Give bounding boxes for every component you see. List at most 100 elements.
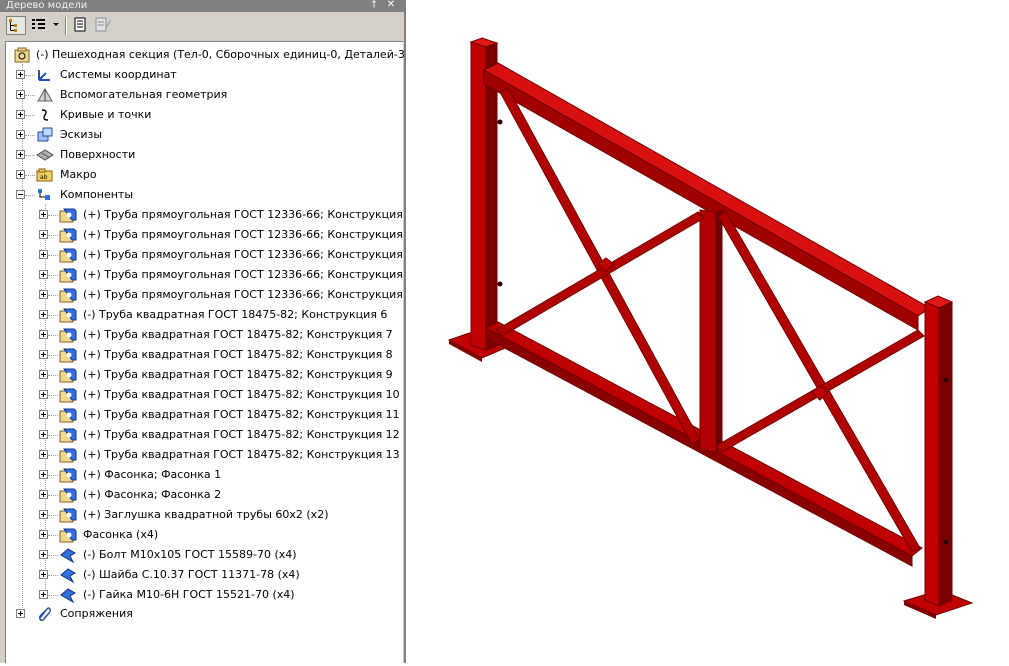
expand-toggle[interactable]	[39, 230, 48, 239]
mates-icon	[36, 606, 54, 622]
expand-toggle[interactable]	[16, 150, 25, 159]
list-view-icon	[32, 19, 59, 29]
expand-toggle[interactable]	[16, 170, 25, 179]
expand-toggle[interactable]	[16, 130, 25, 139]
pin-icon[interactable]: †	[368, 0, 380, 11]
tree-item-label: (+) Труба прямоугольная ГОСТ 12336-66; К…	[83, 208, 414, 221]
tree-item-label: (+) Труба квадратная ГОСТ 18475-82; Конс…	[83, 368, 393, 381]
curves-points-icon	[36, 107, 54, 123]
expand-toggle[interactable]	[39, 290, 48, 299]
tree-item-label: (+) Труба прямоугольная ГОСТ 12336-66; К…	[83, 228, 414, 241]
part-icon	[59, 327, 77, 343]
part-icon	[59, 227, 77, 243]
tree-item-label: (+) Труба квадратная ГОСТ 18475-82; Конс…	[83, 348, 393, 361]
part-icon	[59, 507, 77, 523]
part-icon	[59, 527, 77, 543]
part-icon	[59, 447, 77, 463]
surfaces-icon	[36, 147, 54, 163]
tree-item-label: (+) Труба квадратная ГОСТ 18475-82; Конс…	[83, 328, 393, 341]
expand-toggle[interactable]	[39, 350, 48, 359]
tree-root-label: (-) Пешеходная секция (Тел-0, Сборочных …	[36, 48, 417, 61]
tree-item-label: Эскизы	[60, 128, 103, 141]
part-icon	[59, 267, 77, 283]
svg-text:ab: ab	[40, 174, 48, 181]
part-icon	[59, 407, 77, 423]
display-mode-dropdown[interactable]	[30, 16, 62, 35]
expand-toggle[interactable]	[39, 470, 48, 479]
assembly-icon	[14, 47, 32, 63]
model-viewport[interactable]	[406, 0, 1009, 663]
part-icon	[59, 347, 77, 363]
expand-toggle[interactable]	[39, 490, 48, 499]
auxiliary-geometry-icon	[36, 87, 54, 103]
chevron-down-icon	[53, 23, 59, 26]
part-icon	[59, 207, 77, 223]
tree-item-label: Системы координат	[60, 68, 177, 81]
expand-toggle[interactable]	[39, 270, 48, 279]
part-icon	[59, 387, 77, 403]
expand-toggle[interactable]	[16, 90, 25, 99]
tree-item-label: (+) Труба прямоугольная ГОСТ 12336-66; К…	[83, 268, 414, 281]
expand-toggle[interactable]	[39, 210, 48, 219]
expand-toggle[interactable]	[39, 450, 48, 459]
part-icon	[59, 367, 77, 383]
document-icon	[74, 17, 86, 32]
part-icon	[59, 487, 77, 503]
standard-part-icon	[59, 547, 77, 564]
expand-toggle[interactable]	[39, 530, 48, 539]
tree-item-label: (+) Фасонка; Фасонка 1	[83, 468, 222, 481]
tree-item-label: Вспомогательная геометрия	[60, 88, 228, 101]
close-icon[interactable]: ✕	[385, 0, 397, 11]
expand-toggle[interactable]	[39, 310, 48, 319]
collapse-toggle[interactable]	[16, 190, 25, 199]
expand-toggle[interactable]	[39, 570, 48, 579]
expand-toggle[interactable]	[16, 110, 25, 119]
expand-toggle[interactable]	[39, 390, 48, 399]
tree-item-label: (-) Болт М10x105 ГОСТ 15589-70 (x4)	[83, 548, 297, 561]
standard-part-icon	[59, 587, 77, 604]
tree-item-label: (+) Труба прямоугольная ГОСТ 12336-66; К…	[83, 248, 414, 261]
expand-toggle[interactable]	[39, 550, 48, 559]
tree-item-label: (+) Фасонка; Фасонка 2	[83, 488, 222, 501]
pedestrian-fence-3d-model	[447, 37, 974, 619]
tree-view-button[interactable]	[6, 16, 26, 35]
part-icon	[59, 247, 77, 263]
expand-toggle[interactable]	[16, 70, 25, 79]
standard-part-icon	[59, 567, 77, 584]
tree-item-label: Поверхности	[60, 148, 136, 161]
tree-item-label: Кривые и точки	[60, 108, 152, 121]
tree-item-label: (+) Труба квадратная ГОСТ 18475-82; Конс…	[83, 408, 400, 421]
model-tree-panel: Дерево модели † ✕ (-) Пешеходная секция …	[0, 0, 416, 663]
tree-item-label: (+) Труба квадратная ГОСТ 18475-82; Конс…	[83, 388, 400, 401]
expand-toggle[interactable]	[39, 430, 48, 439]
disabled-doc-button[interactable]	[93, 16, 113, 35]
expand-toggle[interactable]	[39, 590, 48, 599]
tree-item-label: (+) Заглушка квадратной трубы 60x2 (x2)	[83, 508, 329, 521]
tree-item-label: Сопряжения	[60, 607, 133, 620]
tree-item-label: Компоненты	[60, 188, 134, 201]
expand-toggle[interactable]	[39, 370, 48, 379]
tree-item-label: Макро	[60, 168, 97, 181]
tree-item-label: (+) Труба квадратная ГОСТ 18475-82; Конс…	[83, 428, 400, 441]
model-tree: (-) Пешеходная секция (Тел-0, Сборочных …	[5, 41, 416, 663]
properties-button[interactable]	[71, 16, 89, 35]
tree-item-label: (-) Труба квадратная ГОСТ 18475-82; Конс…	[83, 308, 388, 321]
expand-toggle[interactable]	[39, 330, 48, 339]
expand-toggle[interactable]	[39, 410, 48, 419]
expand-toggle[interactable]	[16, 609, 25, 618]
tree-item-label: (+) Труба квадратная ГОСТ 18475-82; Конс…	[83, 448, 400, 461]
part-icon	[59, 467, 77, 483]
components-icon	[36, 187, 54, 203]
tree-structure-icon	[9, 19, 17, 32]
tree-item-label: Фасонка (x4)	[83, 528, 159, 541]
expand-toggle[interactable]	[39, 250, 48, 259]
expand-toggle[interactable]	[39, 510, 48, 519]
part-icon	[59, 427, 77, 443]
macro-icon: ab	[36, 167, 54, 183]
coordinate-systems-icon	[36, 67, 54, 83]
part-icon	[59, 307, 77, 323]
tree-item-label: (-) Шайба С.10.37 ГОСТ 11371-78 (x4)	[83, 568, 300, 581]
document-edit-icon	[95, 17, 111, 32]
tree-item-label: (+) Труба прямоугольная ГОСТ 12336-66; К…	[83, 288, 414, 301]
panel-title-bar: Дерево модели † ✕	[0, 0, 405, 12]
